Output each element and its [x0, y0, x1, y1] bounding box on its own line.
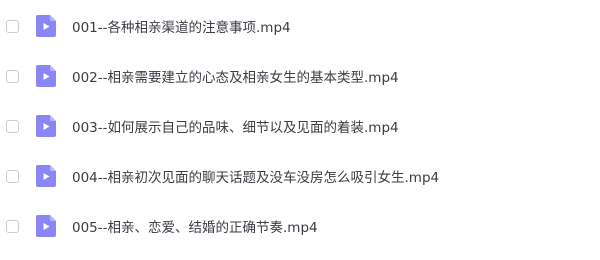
file-row[interactable]: 004--相亲初次见面的聊天话题及没车没房怎么吸引女生.mp4 [0, 156, 600, 196]
file-name[interactable]: 002--相亲需要建立的心态及相亲女生的基本类型.mp4 [72, 66, 399, 86]
file-name[interactable]: 003--如何展示自己的品味、细节以及见面的着装.mp4 [72, 116, 399, 136]
video-file-icon [36, 65, 56, 87]
file-checkbox[interactable] [6, 169, 19, 183]
video-file-icon [36, 115, 56, 137]
file-row[interactable]: 001--各种相亲渠道的注意事项.mp4 [0, 6, 600, 46]
file-row[interactable]: 005--相亲、恋爱、结婚的正确节奏.mp4 [0, 206, 600, 246]
video-file-icon [36, 15, 56, 37]
video-file-icon [36, 215, 56, 237]
file-row[interactable]: 002--相亲需要建立的心态及相亲女生的基本类型.mp4 [0, 56, 600, 96]
file-checkbox[interactable] [6, 19, 19, 33]
video-file-icon [36, 165, 56, 187]
file-name[interactable]: 004--相亲初次见面的聊天话题及没车没房怎么吸引女生.mp4 [72, 166, 439, 186]
file-checkbox[interactable] [6, 119, 19, 133]
file-name[interactable]: 005--相亲、恋爱、结婚的正确节奏.mp4 [72, 216, 318, 236]
file-list: 001--各种相亲渠道的注意事项.mp4 002--相亲需要建立的心态及相亲女生… [0, 0, 600, 260]
file-checkbox[interactable] [6, 69, 19, 83]
file-row[interactable]: 003--如何展示自己的品味、细节以及见面的着装.mp4 [0, 106, 600, 146]
file-name[interactable]: 001--各种相亲渠道的注意事项.mp4 [72, 16, 291, 36]
file-checkbox[interactable] [6, 219, 19, 233]
